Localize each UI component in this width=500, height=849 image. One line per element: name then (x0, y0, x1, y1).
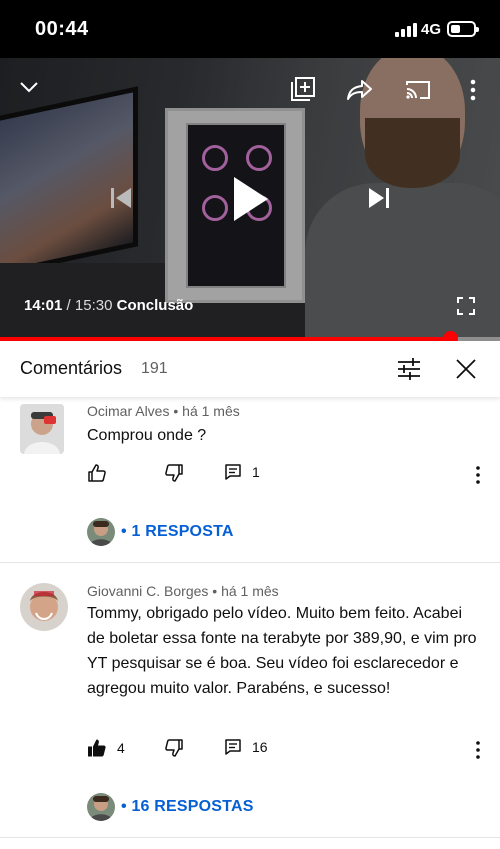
comment-actions: 4 16 (87, 738, 487, 762)
network-type: 4G (421, 21, 442, 38)
comments-count: 191 (141, 360, 168, 377)
comment-item: Giovanni C. Borges • há 1 mês Tommy, obr… (0, 563, 500, 839)
comment-meta: Giovanni C. Borges • há 1 mês (87, 583, 279, 599)
status-time: 00:44 (35, 18, 89, 40)
reply-avatar (87, 518, 115, 546)
comment-more-icon[interactable] (470, 738, 486, 762)
thumbs-up-icon (88, 464, 106, 482)
add-to-playlist-icon[interactable] (290, 76, 316, 102)
comment-text: Tommy, obrigado pelo vídeo. Muito bem fe… (87, 605, 477, 697)
replies-label: • 1 RESPOSTA (121, 523, 234, 540)
reply-icon (225, 739, 241, 755)
share-icon[interactable] (346, 78, 374, 102)
comments-header: Comentários 191 (0, 341, 500, 397)
like-button[interactable] (87, 463, 117, 483)
reply-button[interactable]: 16 (224, 738, 268, 756)
reply-count: 1 (252, 464, 260, 480)
chevron-down-icon[interactable] (18, 78, 40, 96)
comment-more-icon[interactable] (470, 463, 486, 487)
comment-age: há 1 mês (182, 403, 240, 419)
battery-icon (447, 21, 479, 37)
view-replies-link[interactable]: • 1 RESPOSTA (87, 518, 234, 546)
comment-author[interactable]: Giovanni C. Borges (87, 583, 208, 599)
cast-icon[interactable] (404, 78, 432, 102)
comment-author[interactable]: Ocimar Alves (87, 403, 169, 419)
current-time: 14:01 (24, 297, 63, 314)
like-button[interactable]: 4 (87, 738, 125, 758)
thumbs-down-icon (165, 464, 183, 482)
previous-icon[interactable] (108, 185, 134, 211)
video-timecode: 14:01 / 15:30 Conclusão (24, 297, 193, 314)
signal-icon (395, 23, 417, 37)
chapter-title[interactable]: Conclusão (117, 297, 194, 314)
play-icon[interactable] (230, 175, 270, 223)
comment-meta: Ocimar Alves • há 1 mês (87, 403, 240, 419)
reply-count: 16 (252, 739, 268, 755)
close-icon[interactable] (454, 357, 478, 381)
view-replies-link[interactable]: • 16 RESPOSTAS (87, 793, 254, 821)
time-separator: / (62, 297, 75, 314)
comments-title: Comentários (20, 358, 123, 378)
fullscreen-icon[interactable] (456, 296, 476, 316)
comment-divider (0, 837, 500, 838)
sort-filter-icon[interactable] (396, 357, 422, 381)
comment-item: Ocimar Alves • há 1 mês Comprou onde ? 1 (0, 397, 500, 563)
avatar[interactable] (20, 583, 68, 631)
duration: 15:30 (74, 297, 113, 314)
reply-icon (225, 464, 241, 480)
avatar[interactable] (20, 404, 64, 454)
thumbs-down-icon (165, 739, 183, 757)
comment-age: há 1 mês (221, 583, 279, 599)
replies-label: • 16 RESPOSTAS (121, 798, 254, 815)
reply-button[interactable]: 1 (224, 463, 260, 481)
comment-actions: 1 (87, 463, 487, 487)
reply-avatar (87, 793, 115, 821)
dislike-button[interactable] (164, 738, 184, 758)
like-count: 4 (117, 740, 125, 756)
status-bar: 00:44 4G (0, 0, 500, 58)
dislike-button[interactable] (164, 463, 184, 483)
more-options-icon[interactable] (468, 78, 478, 102)
comment-text: Comprou onde ? (87, 427, 207, 444)
next-icon[interactable] (366, 185, 392, 211)
thumbs-up-filled-icon (88, 739, 106, 757)
